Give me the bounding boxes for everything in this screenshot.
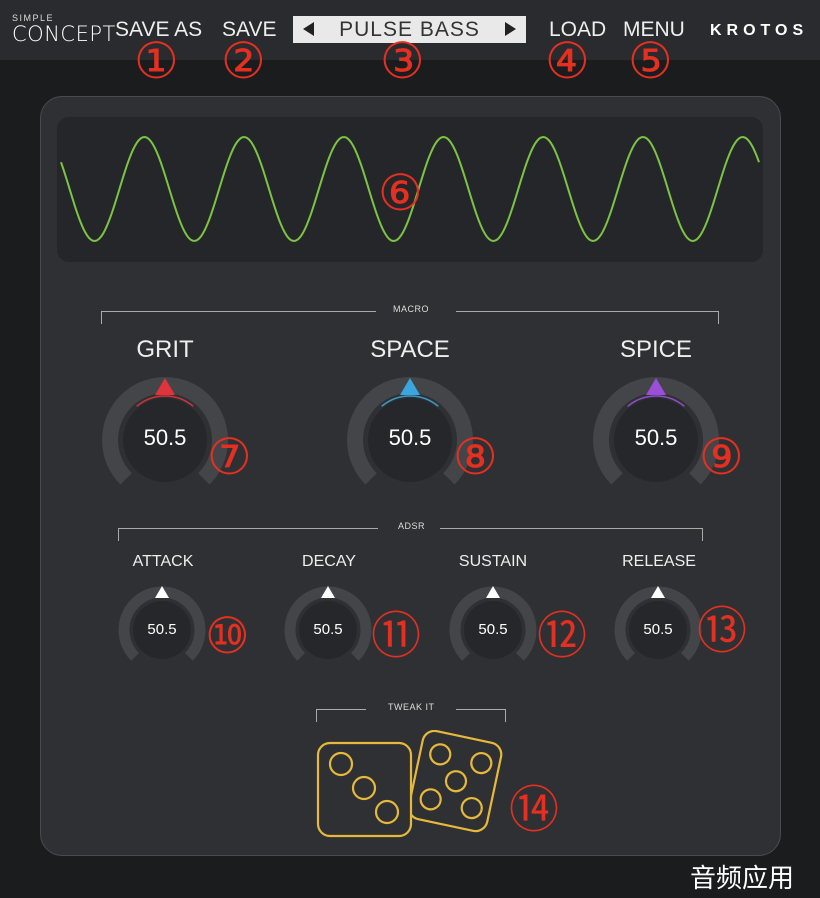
release-knob-value: 50.5 — [643, 621, 673, 638]
release-knob[interactable]: 50.5 — [611, 583, 705, 677]
space-knob-title: SPACE — [370, 336, 450, 363]
marker-6: ⑥ — [378, 164, 423, 222]
marker-9: ⑨ — [699, 428, 744, 486]
next-preset-arrow-icon[interactable] — [505, 22, 516, 36]
simple-concept-logo: SIMPLE CONCEPT — [12, 14, 116, 45]
decay-knob[interactable]: 50.5 — [281, 583, 375, 677]
brand-big-text: CONCEPT — [12, 22, 116, 46]
marker-5: ⑤ — [628, 32, 673, 90]
dice-icon[interactable] — [315, 729, 510, 845]
marker-7: ⑦ — [207, 428, 252, 486]
marker-10: ⑩ — [205, 607, 250, 665]
marker-11: ⑪ — [371, 607, 421, 665]
grit-knob-title: GRIT — [136, 336, 194, 363]
marker-2: ② — [221, 32, 266, 90]
sustain-knob-value: 50.5 — [478, 621, 508, 638]
attack-knob[interactable]: 50.5 — [115, 583, 209, 677]
tweak-section-label: TWEAK IT — [388, 702, 435, 712]
marker-12: ⑫ — [537, 607, 587, 665]
marker-8: ⑧ — [453, 428, 498, 486]
marker-3: ③ — [380, 32, 425, 90]
adsr-section-label: ADSR — [398, 521, 426, 531]
spice-knob-title: SPICE — [619, 336, 693, 363]
attack-knob-title: ATTACK — [132, 553, 194, 570]
marker-13: ⑬ — [697, 602, 747, 660]
marker-4: ④ — [545, 32, 590, 90]
sustain-knob-title: SUSTAIN — [458, 553, 528, 570]
marker-14: ⑭ — [509, 781, 559, 839]
marker-1: ① — [134, 32, 179, 90]
watermark-text: 音频应用 — [690, 864, 795, 894]
macro-section-label: MACRO — [393, 304, 429, 314]
decay-knob-title: DECAY — [302, 553, 356, 570]
attack-knob-value: 50.5 — [147, 621, 177, 638]
release-knob-title: RELEASE — [622, 553, 696, 570]
decay-knob-value: 50.5 — [313, 621, 343, 638]
krotos-logo: KROTOS — [710, 22, 809, 39]
sustain-knob[interactable]: 50.5 — [446, 583, 540, 677]
